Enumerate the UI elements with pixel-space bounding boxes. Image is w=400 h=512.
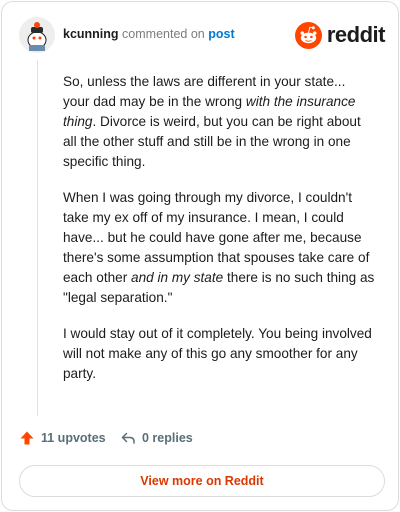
- comment-paragraph-2: When I was going through my divorce, I c…: [63, 190, 375, 305]
- thread-line: [37, 60, 38, 416]
- user-avatar-icon[interactable]: [19, 17, 55, 53]
- upvote-count: 11 upvotes: [41, 431, 106, 445]
- byline-action: commented on: [122, 27, 205, 41]
- comment-paragraph-3: I would stay out of it completely. You b…: [63, 326, 372, 381]
- comment-paragraph-1: So, unless the laws are different in you…: [63, 74, 361, 169]
- replies-button[interactable]: 0 replies: [120, 430, 193, 446]
- reddit-wordmark: reddit: [326, 22, 386, 47]
- comment-byline: kcunning commented on post: [63, 27, 235, 41]
- comment-card: kcunning commented on post reddit So, un…: [1, 1, 399, 511]
- comment-header: kcunning commented on post reddit: [19, 17, 386, 53]
- post-link[interactable]: post: [208, 27, 234, 41]
- reply-icon: [121, 432, 135, 444]
- upvote-arrow-icon: [20, 431, 34, 445]
- view-more-on-reddit-button[interactable]: View more on Reddit: [19, 465, 385, 497]
- upvote-button[interactable]: 11 upvotes: [19, 430, 106, 446]
- reddit-brand[interactable]: reddit: [294, 21, 386, 49]
- reply-count: 0 replies: [142, 431, 193, 445]
- comment-body: So, unless the laws are different in you…: [63, 72, 375, 400]
- username[interactable]: kcunning: [63, 27, 119, 41]
- reddit-snoo-icon: [294, 21, 322, 49]
- comment-footer: 11 upvotes 0 replies: [19, 430, 385, 450]
